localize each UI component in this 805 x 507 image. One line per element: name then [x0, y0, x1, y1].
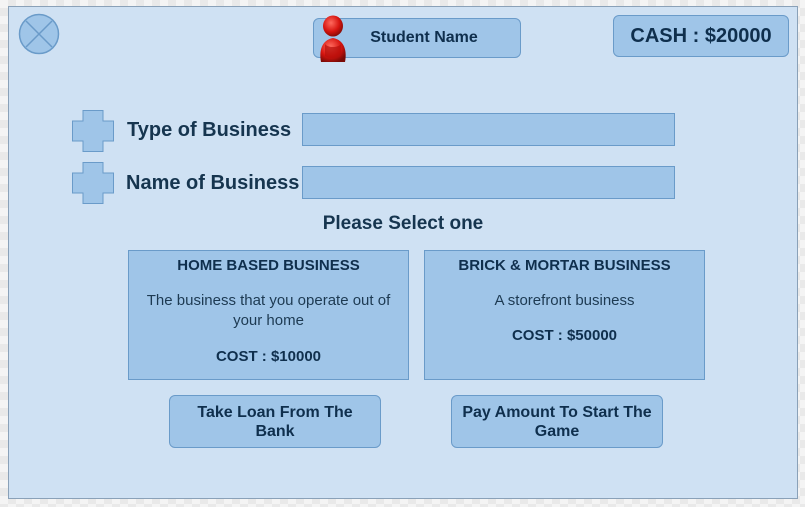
- cash-display: CASH : $20000: [613, 15, 789, 57]
- close-icon: [18, 13, 60, 55]
- student-avatar-icon: [315, 14, 351, 64]
- home-based-business-card[interactable]: HOME BASED BUSINESS The business that yo…: [128, 250, 409, 380]
- type-of-business-label: Type of Business: [127, 119, 292, 141]
- student-name-label: Student Name: [370, 29, 478, 46]
- option-title: BRICK & MORTAR BUSINESS: [458, 257, 671, 274]
- add-type-button[interactable]: [72, 110, 114, 152]
- game-screen: Student Name CASH : $20000 Type of Busin…: [8, 6, 798, 499]
- option-description: A storefront business: [494, 292, 635, 309]
- cash-label: CASH : $20000: [630, 24, 772, 47]
- type-of-business-input[interactable]: [302, 113, 675, 146]
- select-prompt: Please Select one: [322, 213, 484, 234]
- name-of-business-label: Name of Business: [126, 172, 300, 194]
- option-cost: COST : $10000: [215, 348, 322, 365]
- name-of-business-input[interactable]: [302, 166, 675, 199]
- option-cost: COST : $50000: [511, 327, 618, 344]
- pay-to-start-button[interactable]: Pay Amount To Start The Game: [451, 395, 663, 448]
- option-description: The business that you operate out of you…: [146, 292, 391, 329]
- brick-mortar-business-card[interactable]: BRICK & MORTAR BUSINESS A storefront bus…: [424, 250, 705, 380]
- pay-to-start-label: Pay Amount To Start The Game: [462, 403, 652, 440]
- take-loan-label: Take Loan From The Bank: [197, 403, 353, 440]
- plus-icon: [72, 162, 114, 204]
- close-button[interactable]: [18, 13, 60, 55]
- option-title: HOME BASED BUSINESS: [177, 257, 360, 274]
- plus-icon: [72, 110, 114, 152]
- add-name-button[interactable]: [72, 162, 114, 204]
- take-loan-button[interactable]: Take Loan From The Bank: [169, 395, 381, 448]
